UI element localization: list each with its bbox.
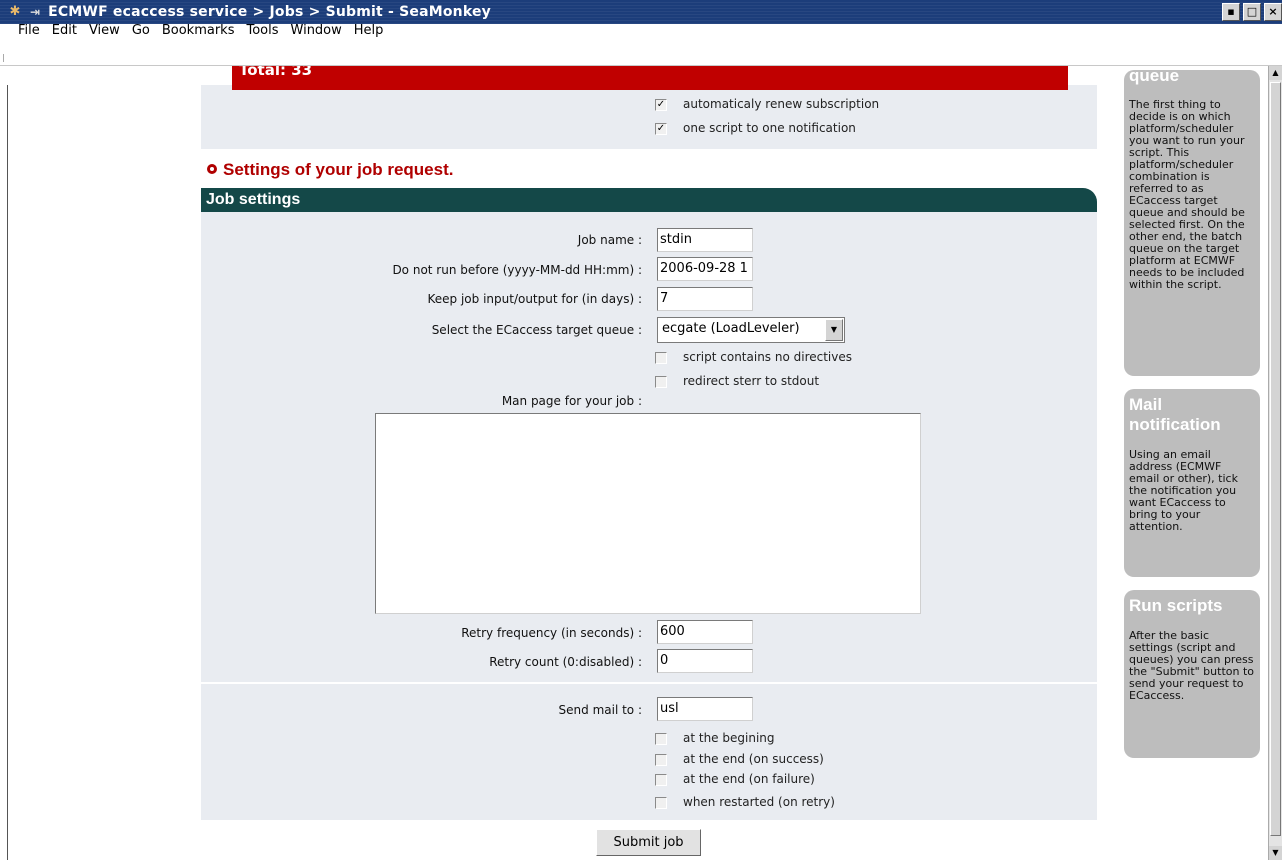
target-queue-label: Select the ECaccess target queue : [431,323,642,337]
send-mail-label: Send mail to : [558,703,642,717]
help-run-box: Run scripts After the basic settings (sc… [1124,590,1260,758]
retry-frequency-label: Retry frequency (in seconds) : [461,626,642,640]
mail-retry-checkbox[interactable] [655,796,667,809]
auto-renew-row: ✓ automaticaly renew subscription [655,97,879,111]
menu-bookmarks[interactable]: Bookmarks [162,23,235,38]
menu-help[interactable]: Help [354,23,384,38]
mail-success-label: at the end (on success) [683,752,824,766]
seamonkey-app-icon[interactable]: ✱ [8,5,22,19]
target-queue-select[interactable]: ecgate (LoadLeveler) ▼ [657,317,845,343]
not-before-input[interactable]: 2006-09-28 1 [657,257,753,281]
menubar: File Edit View Go Bookmarks Tools Window… [0,23,1282,66]
menu-view[interactable]: View [89,23,120,38]
total-label: Total: 33 [239,66,313,79]
keep-io-label: Keep job input/output for (in days) : [427,292,643,306]
bullet-icon [207,164,217,174]
mail-option-row: when restarted (on retry) [655,795,835,809]
retry-count-input[interactable]: 0 [657,649,753,673]
toolbar-grip[interactable] [3,54,9,62]
menu-file[interactable]: File [18,23,40,38]
job-name-label: Job name : [577,233,642,247]
redirect-checkbox[interactable] [655,375,667,388]
one-script-row: ✓ one script to one notification [655,121,856,135]
mail-success-checkbox[interactable] [655,753,667,766]
help-queue-text: The first thing to decide is on which pl… [1129,98,1245,291]
keep-io-input[interactable]: 7 [657,287,753,311]
mail-option-row: at the end (on success) [655,752,824,766]
target-queue-value: ecgate (LoadLeveler) [662,321,800,336]
total-bar: Total: 33 [232,66,1068,90]
redirect-row: redirect sterr to stdout [655,374,819,388]
no-directives-label: script contains no directives [683,350,853,364]
close-button[interactable]: × [1264,3,1282,21]
help-run-text: After the basic settings (script and que… [1129,629,1255,702]
mail-option-row: at the end (on failure) [655,772,815,786]
one-script-checkbox[interactable]: ✓ [655,122,667,135]
not-before-label: Do not run before (yyyy-MM-dd HH:mm) : [392,263,642,277]
minimize-button[interactable]: ▪ [1222,3,1240,21]
mail-begin-label: at the begining [683,731,775,745]
scrollbar-thumb[interactable] [1270,82,1281,836]
menu-edit[interactable]: Edit [52,23,77,38]
retry-frequency-input[interactable]: 600 [657,620,753,644]
menu-go[interactable]: Go [132,23,150,38]
help-mail-text: Using an email address (ECMWF email or o… [1129,448,1238,533]
dropdown-arrow-icon[interactable]: ▼ [825,319,843,341]
vertical-scrollbar[interactable]: ▲ ▼ [1268,66,1282,860]
window-controls: ▪ □ × [1222,3,1282,21]
window-titlebar: ✱ ⇥ ECMWF ecaccess service > Jobs > Subm… [0,0,1282,24]
help-mail-title: Mail notification [1129,395,1221,434]
mail-option-row: at the begining [655,731,775,745]
window-title: ECMWF ecaccess service > Jobs > Submit -… [48,4,491,20]
send-mail-input[interactable]: usl [657,697,753,721]
mail-retry-label: when restarted (on retry) [683,795,835,809]
menu-window[interactable]: Window [291,23,342,38]
no-directives-checkbox[interactable] [655,351,667,364]
one-script-label: one script to one notification [683,121,856,135]
help-run-title: Run scripts [1129,596,1223,615]
retry-count-label: Retry count (0:disabled) : [489,655,642,669]
maximize-button[interactable]: □ [1243,3,1261,21]
menu-tools[interactable]: Tools [246,23,278,38]
mail-begin-checkbox[interactable] [655,732,667,745]
scroll-up-icon[interactable]: ▲ [1269,66,1282,80]
job-settings-header: Job settings [201,188,1097,212]
frame-border [7,85,8,860]
job-name-input[interactable]: stdin [657,228,753,252]
man-page-textarea[interactable] [375,413,921,614]
scroll-down-icon[interactable]: ▼ [1269,846,1282,860]
no-directives-row: script contains no directives [655,350,852,364]
submit-job-button[interactable]: Submit job [596,829,701,856]
section-heading-text: Settings of your job request. [223,160,454,179]
auto-renew-label: automaticaly renew subscription [683,97,880,111]
help-mail-box: Mail notification Using an email address… [1124,389,1260,577]
help-queue-box: queue The first thing to decide is on wh… [1124,66,1260,376]
redirect-label: redirect sterr to stdout [683,374,820,388]
mail-settings-panel [201,684,1097,820]
subscription-panel [201,85,1097,149]
mail-failure-checkbox[interactable] [655,773,667,786]
man-page-label: Man page for your job : [501,394,642,408]
section-heading: Settings of your job request. [207,160,453,180]
window-menu-icon[interactable]: ⇥ [30,5,40,19]
help-queue-title: queue [1129,66,1180,85]
mail-failure-label: at the end (on failure) [683,772,815,786]
auto-renew-checkbox[interactable]: ✓ [655,98,667,111]
